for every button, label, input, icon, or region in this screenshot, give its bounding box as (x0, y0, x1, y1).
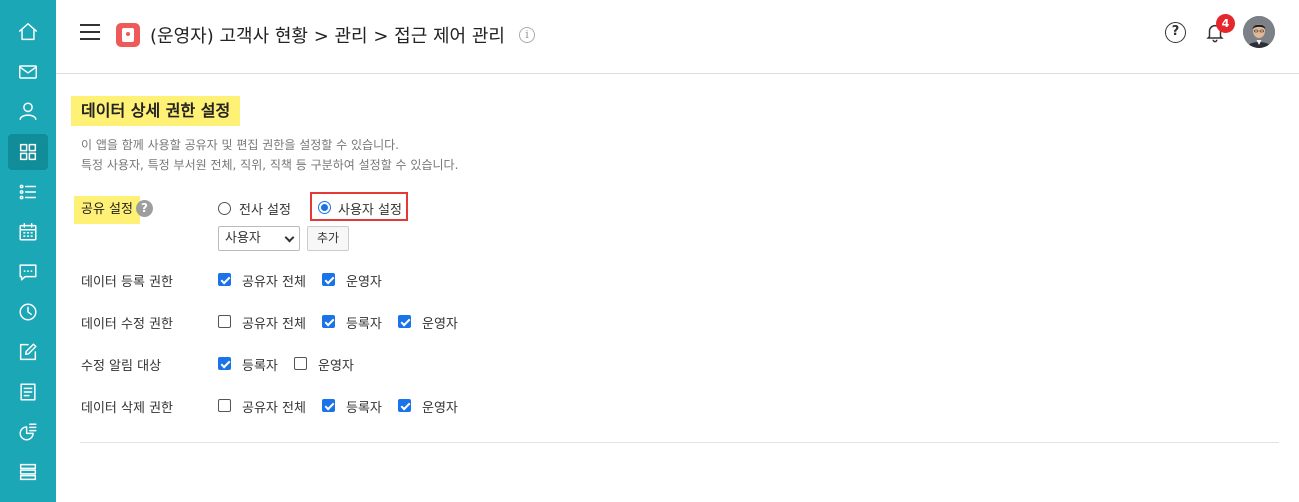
chart-icon (19, 423, 37, 441)
mail-icon (19, 65, 37, 79)
radio-user-setting[interactable] (318, 201, 331, 214)
delete-all-sharers-checkbox[interactable] (218, 399, 231, 412)
sidebar-item-home[interactable] (8, 14, 48, 50)
edit-all-sharers-checkbox[interactable] (218, 315, 231, 328)
sidebar-item-mail[interactable] (8, 54, 48, 90)
sidebar-item-calendar[interactable] (8, 214, 48, 250)
sidebar-item-edit[interactable] (8, 334, 48, 370)
edit-registrant-label[interactable]: 등록자 (346, 313, 382, 332)
edit-operator-label[interactable]: 운영자 (422, 313, 458, 332)
section-title: 데이터 상세 권한 설정 (71, 96, 241, 126)
stack-icon (19, 463, 37, 481)
edit-all-sharers-label[interactable]: 공유자 전체 (242, 313, 306, 332)
edit-icon (19, 343, 37, 361)
notify-target-label: 수정 알림 대상 (81, 359, 162, 374)
document-icon (20, 383, 36, 401)
user-icon (19, 102, 37, 120)
edit-operator-checkbox[interactable] (398, 315, 411, 328)
info-icon[interactable]: i (519, 27, 535, 43)
clock-icon (19, 303, 37, 321)
delete-all-sharers-label[interactable]: 공유자 전체 (242, 397, 306, 416)
chat-icon (19, 264, 37, 281)
grid-icon (19, 143, 37, 161)
menu-toggle-button[interactable] (80, 24, 100, 40)
notify-registrant-label[interactable]: 등록자 (242, 355, 278, 374)
sidebar-item-list[interactable] (8, 174, 48, 210)
notify-registrant-checkbox[interactable] (218, 357, 231, 370)
radio-company-wide-label[interactable]: 전사 설정 (239, 199, 291, 218)
section-description-1: 이 앱을 함께 사용할 공유자 및 편집 권한을 설정할 수 있습니다. (81, 138, 399, 152)
register-all-sharers-label[interactable]: 공유자 전체 (242, 271, 306, 290)
register-operator-checkbox[interactable] (322, 273, 335, 286)
delete-operator-label[interactable]: 운영자 (422, 397, 458, 416)
notification-badge: 4 (1216, 14, 1235, 33)
calendar-icon (19, 223, 37, 241)
share-setting-label: 공유 설정 (74, 196, 140, 224)
radio-user-setting-label[interactable]: 사용자 설정 (338, 199, 402, 218)
share-target-select[interactable]: 사용자 (218, 226, 300, 251)
help-icon[interactable]: ? (1165, 22, 1186, 43)
sidebar-item-apps[interactable] (8, 134, 48, 170)
delete-operator-checkbox[interactable] (398, 399, 411, 412)
section-description-2: 특정 사용자, 특정 부서원 전체, 직위, 직책 등 구분하여 설정할 수 있… (81, 158, 459, 172)
sidebar-item-stack[interactable] (8, 454, 48, 490)
sidebar-item-user[interactable] (8, 93, 48, 129)
delete-permission-label: 데이터 삭제 권한 (81, 401, 173, 416)
help-icon[interactable]: ? (136, 200, 153, 217)
chevron-down-icon (284, 232, 295, 243)
edit-registrant-checkbox[interactable] (322, 315, 335, 328)
register-operator-label[interactable]: 운영자 (346, 271, 382, 290)
radio-company-wide[interactable] (218, 202, 231, 215)
sidebar-item-messages[interactable] (8, 254, 48, 290)
list-icon (19, 184, 37, 200)
app-icon (116, 23, 140, 47)
edit-permission-label: 데이터 수정 권한 (81, 317, 173, 332)
delete-registrant-checkbox[interactable] (322, 399, 335, 412)
sidebar-item-document[interactable] (8, 374, 48, 410)
sidebar-item-report[interactable] (8, 414, 48, 450)
sidebar (0, 0, 56, 502)
sidebar-item-history[interactable] (8, 294, 48, 330)
add-button[interactable]: 추가 (307, 226, 349, 251)
page-title: (운영자) 고객사 현황 > 관리 > 접근 제어 관리 (150, 26, 505, 47)
header: (운영자) 고객사 현황 > 관리 > 접근 제어 관리 i ? 4 (56, 0, 1299, 74)
share-target-select-value: 사용자 (225, 231, 261, 246)
delete-registrant-label[interactable]: 등록자 (346, 397, 382, 416)
register-permission-label: 데이터 등록 권한 (81, 275, 173, 290)
divider (80, 442, 1279, 443)
notify-operator-checkbox[interactable] (294, 357, 307, 370)
notify-operator-label[interactable]: 운영자 (318, 355, 354, 374)
register-all-sharers-checkbox[interactable] (218, 273, 231, 286)
avatar[interactable] (1243, 16, 1275, 48)
home-icon (19, 23, 37, 41)
